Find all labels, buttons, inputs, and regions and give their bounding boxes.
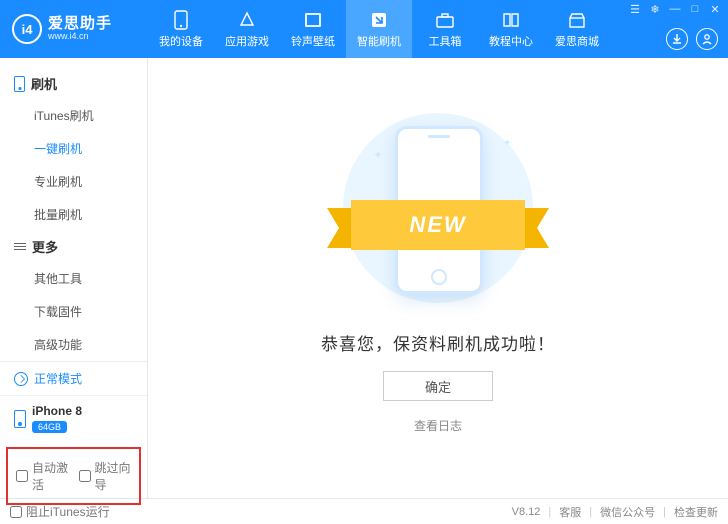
sidebar-item-batch-flash[interactable]: 批量刷机 — [0, 198, 147, 231]
nav-store[interactable]: 爱思商城 — [544, 0, 610, 58]
section-more[interactable]: 更多 — [0, 231, 147, 262]
phone-icon — [171, 10, 191, 30]
version-label: V8.12 — [512, 506, 541, 518]
checkbox-auto-activate[interactable]: 自动激活 — [16, 459, 69, 493]
content-pane: ✦ ✦ ✦ ✦ NEW 恭喜您，保资料刷机成功啦！ 确定 查看日志 — [148, 58, 728, 498]
wechat-link[interactable]: 微信公众号 — [600, 504, 655, 520]
sidebar-item-pro-flash[interactable]: 专业刷机 — [0, 165, 147, 198]
new-ribbon: NEW — [327, 200, 549, 250]
mode-row[interactable]: 正常模式 — [0, 362, 147, 396]
nav-flash[interactable]: 智能刷机 — [346, 0, 412, 58]
sidebar-item-itunes-flash[interactable]: iTunes刷机 — [0, 99, 147, 132]
download-icon[interactable] — [666, 28, 688, 50]
nav-tools[interactable]: 工具箱 — [412, 0, 478, 58]
book-icon — [501, 10, 521, 30]
menu-icon — [14, 243, 26, 250]
main-area: 刷机 iTunes刷机 一键刷机 专业刷机 批量刷机 更多 其他工具 下载固件 … — [0, 58, 728, 498]
sidebar-item-oneclick-flash[interactable]: 一键刷机 — [0, 132, 147, 165]
update-link[interactable]: 检查更新 — [674, 504, 718, 520]
sidebar-item-other-tools[interactable]: 其他工具 — [0, 262, 147, 295]
flash-icon — [369, 10, 389, 30]
sidebar-item-download-fw[interactable]: 下载固件 — [0, 295, 147, 328]
wallpaper-icon — [303, 10, 323, 30]
logo-icon: i4 — [12, 14, 42, 44]
storage-badge: 64GB — [32, 421, 67, 433]
app-header: i4 爱思助手 www.i4.cn 我的设备 应用游戏 铃声壁纸 智能刷机 工具… — [0, 0, 728, 58]
nav-my-device[interactable]: 我的设备 — [148, 0, 214, 58]
success-message: 恭喜您，保资料刷机成功啦！ — [321, 330, 555, 355]
device-row[interactable]: iPhone 8 64GB — [0, 396, 147, 443]
logo-text: 爱思助手 www.i4.cn — [48, 16, 112, 42]
phone-icon — [14, 410, 26, 428]
sidebar: 刷机 iTunes刷机 一键刷机 专业刷机 批量刷机 更多 其他工具 下载固件 … — [0, 58, 148, 498]
close-icon[interactable]: ✕ — [708, 3, 722, 16]
ok-button[interactable]: 确定 — [383, 371, 493, 401]
menu-icon[interactable]: ☰ — [628, 3, 642, 16]
top-nav: 我的设备 应用游戏 铃声壁纸 智能刷机 工具箱 教程中心 爱思商城 — [148, 0, 610, 58]
success-illustration: ✦ ✦ ✦ ✦ NEW — [333, 108, 543, 308]
checkbox-block-itunes[interactable]: 阻止iTunes运行 — [10, 503, 110, 520]
device-icon — [14, 76, 25, 92]
sidebar-item-advanced[interactable]: 高级功能 — [0, 328, 147, 361]
section-flash[interactable]: 刷机 — [0, 68, 147, 99]
nav-apps[interactable]: 应用游戏 — [214, 0, 280, 58]
support-link[interactable]: 客服 — [559, 504, 581, 520]
sparkle-icon: ✦ — [503, 138, 511, 149]
window-controls: ☰ ❄ — □ ✕ — [628, 3, 722, 16]
logo[interactable]: i4 爱思助手 www.i4.cn — [0, 14, 148, 44]
view-log-link[interactable]: 查看日志 — [414, 417, 462, 434]
settings-icon[interactable]: ❄ — [648, 3, 662, 16]
apps-icon — [237, 10, 257, 30]
sidebar-bottom: 正常模式 iPhone 8 64GB 自动激活 跳过向导 — [0, 361, 147, 511]
header-actions — [666, 28, 718, 50]
user-icon[interactable] — [696, 28, 718, 50]
minimize-icon[interactable]: — — [668, 3, 682, 16]
maximize-icon[interactable]: □ — [688, 3, 702, 16]
sparkle-icon: ✦ — [373, 148, 383, 162]
checkbox-row: 自动激活 跳过向导 — [6, 447, 141, 505]
store-icon — [567, 10, 587, 30]
device-info: iPhone 8 64GB — [32, 404, 82, 433]
refresh-icon — [14, 372, 28, 386]
nav-tutorials[interactable]: 教程中心 — [478, 0, 544, 58]
toolbox-icon — [435, 10, 455, 30]
checkbox-skip-guide[interactable]: 跳过向导 — [79, 459, 132, 493]
nav-ringtones[interactable]: 铃声壁纸 — [280, 0, 346, 58]
